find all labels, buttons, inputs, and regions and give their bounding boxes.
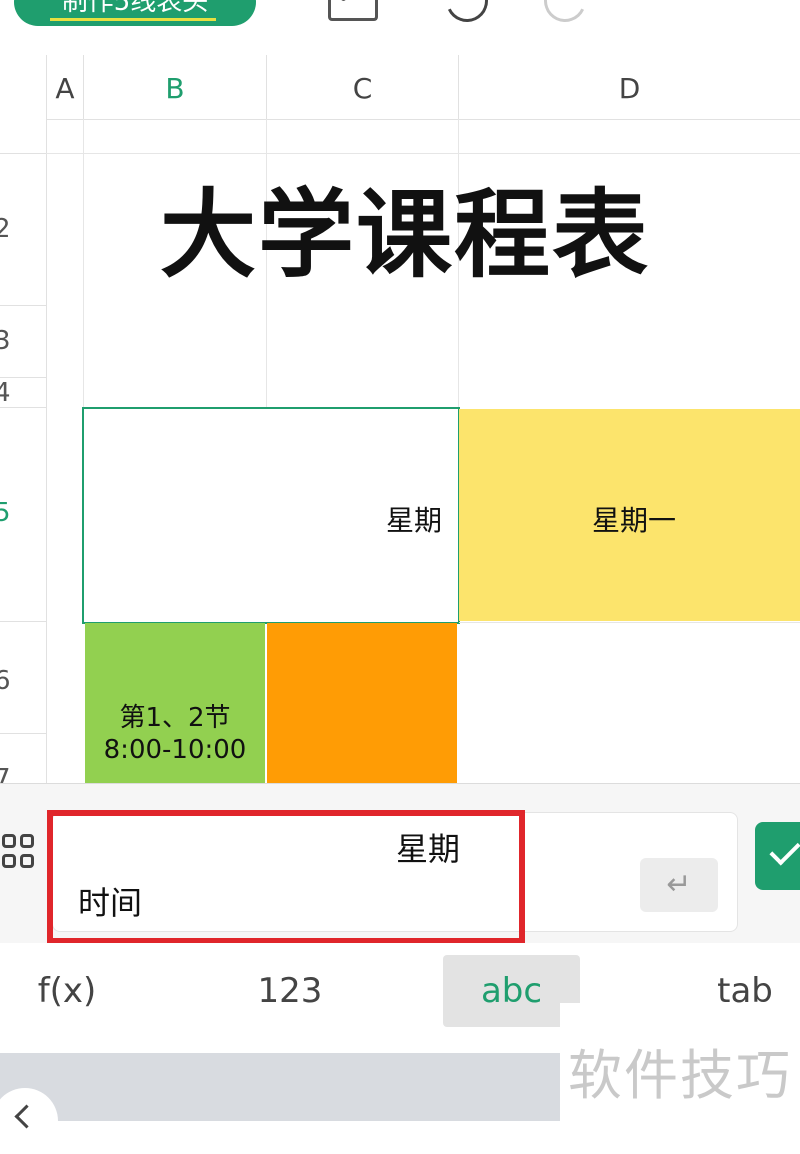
select-all-corner[interactable] (0, 55, 47, 119)
undo-icon[interactable] (440, 0, 494, 28)
document-tab-label: 制作5线表头 (61, 0, 209, 17)
cell-b6-line1: 第1、2节 (119, 703, 231, 733)
cell-b6-line2: 8:00-10:00 (103, 735, 247, 765)
row-header-7[interactable]: 7 (0, 734, 46, 794)
row-header-2[interactable]: 2 (0, 154, 46, 306)
column-header-d[interactable]: D (459, 55, 800, 119)
column-header-a[interactable]: A (47, 55, 84, 119)
redo-icon[interactable] (538, 0, 592, 28)
cell-d5[interactable]: 星期一 (459, 409, 800, 621)
row-header-6[interactable]: 6 (0, 622, 46, 734)
annotation-highlight-box (47, 810, 525, 944)
column-header-c[interactable]: C (267, 55, 459, 119)
gridline (459, 622, 800, 623)
row-header-bar: 2 3 4 5 6 7 (0, 119, 47, 794)
back-chevron-icon[interactable] (0, 1088, 58, 1154)
cell-b5-selected[interactable]: 星期 (82, 407, 460, 624)
watermark: 软件技巧 (560, 1003, 800, 1121)
sheet-title-cell[interactable]: 大学课程表 (160, 160, 800, 310)
cell-b6[interactable]: 第1、2节 8:00-10:00 (85, 623, 265, 783)
document-tab[interactable]: 制作5线表头 (14, 0, 256, 26)
top-toolbar: 制作5线表头 (0, 0, 800, 56)
grid-apps-icon[interactable] (0, 830, 36, 876)
enter-icon[interactable]: ↵ (640, 858, 718, 912)
cell-b5-text: 星期 (385, 504, 442, 537)
row-header-5[interactable]: 5 (0, 408, 46, 622)
gridline (46, 153, 800, 154)
watermark-text: 软件技巧 (568, 1044, 792, 1107)
cell-d5-text: 星期一 (591, 504, 676, 537)
row-header-3[interactable]: 3 (0, 306, 46, 378)
cell-c6[interactable] (267, 623, 457, 783)
document-tab-underline (50, 18, 216, 21)
mode-123-button[interactable]: 123 (220, 955, 360, 1027)
gridline (83, 119, 84, 407)
row-header-1[interactable] (0, 119, 46, 154)
mode-fx-button[interactable]: f(x) (0, 955, 134, 1027)
column-header-b[interactable]: B (84, 55, 267, 119)
row-header-4[interactable]: 4 (0, 378, 46, 408)
confirm-check-icon[interactable] (755, 822, 800, 890)
save-icon[interactable] (328, 0, 378, 21)
column-header-bar: A B C D (0, 55, 800, 120)
